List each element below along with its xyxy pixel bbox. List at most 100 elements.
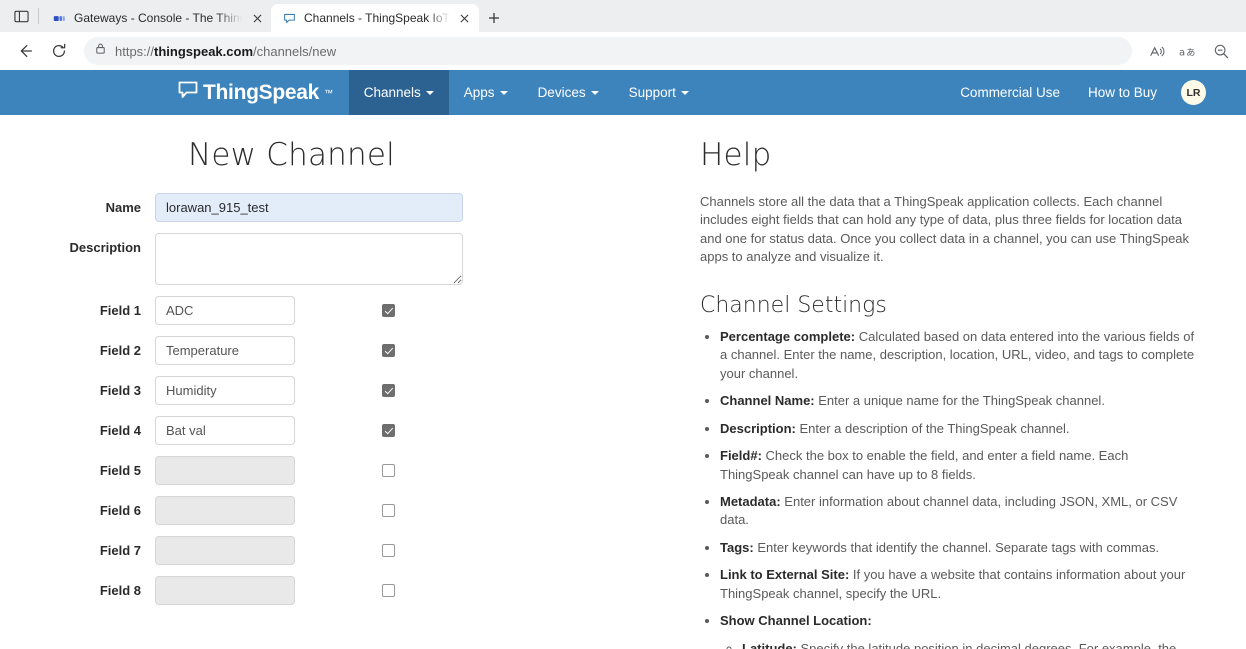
field-8-input[interactable] <box>155 576 295 605</box>
field-3-input[interactable] <box>155 376 295 405</box>
things-network-icon <box>51 10 67 26</box>
help-item-field-number: Field#: Check the box to enable the fiel… <box>720 447 1200 484</box>
read-aloud-icon[interactable] <box>1142 36 1172 66</box>
new-channel-form-column: New Channel Name Description Field 1 <box>0 115 700 649</box>
help-item-text: Enter a description of the ThingSpeak ch… <box>795 420 1070 436</box>
chevron-down-icon <box>680 90 689 95</box>
new-tab-button[interactable] <box>479 4 509 32</box>
field-6-input[interactable] <box>155 496 295 525</box>
field-7-label: Field 7 <box>99 543 141 558</box>
browser-tab-0[interactable]: Gateways - Console - The Things <box>41 4 271 32</box>
nav-item-apps[interactable]: Apps <box>449 70 523 115</box>
field-8-label: Field 8 <box>99 583 141 598</box>
field-2-input[interactable] <box>155 336 295 365</box>
help-item-term: Tags: <box>720 539 754 555</box>
nav-item-label: Apps <box>463 85 495 100</box>
avatar[interactable]: LR <box>1181 80 1206 105</box>
thingspeak-brand-text: ThingSpeak <box>203 80 320 104</box>
help-item-channel-name: Channel Name: Enter a unique name for th… <box>720 392 1200 410</box>
address-bar-url: https://thingspeak.com/channels/new <box>115 43 337 59</box>
thingspeak-logo[interactable]: ThingSpeak ™ <box>178 70 349 115</box>
form-row-field-2: Field 2 <box>0 336 700 365</box>
field-3-checkbox-wrap <box>382 376 395 400</box>
tab-strip: Gateways - Console - The Things Channels… <box>0 0 1246 32</box>
form-row-description: Description <box>0 233 700 285</box>
nav-item-support[interactable]: Support <box>614 70 704 115</box>
field-5-checkbox[interactable] <box>382 464 395 478</box>
field-1-checkbox[interactable] <box>382 304 395 318</box>
form-row-field-5: Field 5 <box>0 456 700 485</box>
trademark-symbol: ™ <box>324 87 333 98</box>
form-row-field-4: Field 4 <box>0 416 700 445</box>
help-title: Help <box>700 137 772 173</box>
field-6-checkbox[interactable] <box>382 504 395 518</box>
name-input[interactable] <box>155 193 463 222</box>
close-icon[interactable] <box>457 10 473 26</box>
field-4-checkbox[interactable] <box>382 424 395 438</box>
chevron-down-icon <box>499 90 508 95</box>
tab-list-icon[interactable] <box>4 0 38 32</box>
nav-item-label: Channels <box>363 85 421 100</box>
field-4-checkbox-wrap <box>382 416 395 440</box>
field-3-checkbox[interactable] <box>382 384 395 398</box>
field-1-checkbox-wrap <box>382 296 395 320</box>
form-row-name: Name <box>0 193 700 222</box>
field-6-checkbox-wrap <box>382 496 395 520</box>
field-2-checkbox[interactable] <box>382 344 395 358</box>
back-icon[interactable] <box>10 36 40 66</box>
zoom-out-icon[interactable] <box>1206 36 1236 66</box>
field-6-label: Field 6 <box>99 503 141 518</box>
form-row-field-7: Field 7 <box>0 536 700 565</box>
lock-icon <box>94 42 107 60</box>
description-label: Description <box>69 240 141 255</box>
help-subitem-term: Latitude: <box>742 640 797 649</box>
field-5-input[interactable] <box>155 456 295 485</box>
reload-icon[interactable] <box>44 36 74 66</box>
help-item-term: Channel Name: <box>720 393 815 409</box>
form-row-field-3: Field 3 <box>0 376 700 405</box>
page-columns: New Channel Name Description Field 1 <box>0 115 1246 649</box>
field-5-checkbox-wrap <box>382 456 395 480</box>
field-1-input[interactable] <box>155 296 295 325</box>
nav-link-commercial-use[interactable]: Commercial Use <box>946 85 1074 100</box>
thingspeak-menu: Channels Apps Devices Support <box>348 70 704 115</box>
help-item-metadata: Metadata: Enter information about channe… <box>720 493 1200 530</box>
chevron-down-icon <box>590 90 599 95</box>
field-2-checkbox-wrap <box>382 336 395 360</box>
field-8-checkbox[interactable] <box>382 584 395 598</box>
field-5-control <box>155 456 395 485</box>
field-5-label: Field 5 <box>99 463 141 478</box>
name-control <box>155 193 463 222</box>
nav-item-channels[interactable]: Channels <box>348 70 449 115</box>
field-7-control <box>155 536 395 565</box>
address-bar[interactable]: https://thingspeak.com/channels/new <box>84 37 1132 65</box>
form-row-field-1: Field 1 <box>0 296 700 325</box>
help-item-tags: Tags: Enter keywords that identify the c… <box>720 539 1200 557</box>
field-2-control <box>155 336 395 365</box>
help-item-description: Description: Enter a description of the … <box>720 420 1200 438</box>
toolbar-right-icons: aあ <box>1142 36 1236 66</box>
close-icon[interactable] <box>249 10 265 26</box>
nav-link-how-to-buy[interactable]: How to Buy <box>1074 85 1171 100</box>
address-bar-path: /channels/new <box>253 43 337 59</box>
channel-settings-title: Channel Settings <box>700 292 887 318</box>
field-1-control <box>155 296 395 325</box>
chevron-down-icon <box>425 90 434 95</box>
form-row-field-8: Field 8 <box>0 576 700 605</box>
help-item-link-external-site: Link to External Site: If you have a web… <box>720 566 1200 603</box>
help-item-term: Show Channel Location: <box>720 613 872 629</box>
thingspeak-navbar: ThingSpeak ™ Channels Apps Devices Suppor… <box>0 70 1246 115</box>
field-4-input[interactable] <box>155 416 295 445</box>
address-bar-host: thingspeak.com <box>154 43 253 59</box>
browser-tab-1[interactable]: Channels - ThingSpeak IoT <box>271 4 479 32</box>
description-textarea[interactable] <box>155 233 463 285</box>
help-item-term: Field#: <box>720 448 762 464</box>
field-7-input[interactable] <box>155 536 295 565</box>
help-item-text: Enter keywords that identify the channel… <box>753 539 1160 555</box>
translate-icon[interactable]: aあ <box>1174 36 1204 66</box>
field-1-label: Field 1 <box>99 303 141 318</box>
field-7-checkbox[interactable] <box>382 544 395 558</box>
nav-item-devices[interactable]: Devices <box>523 70 614 115</box>
field-8-control <box>155 576 395 605</box>
field-6-control <box>155 496 395 525</box>
